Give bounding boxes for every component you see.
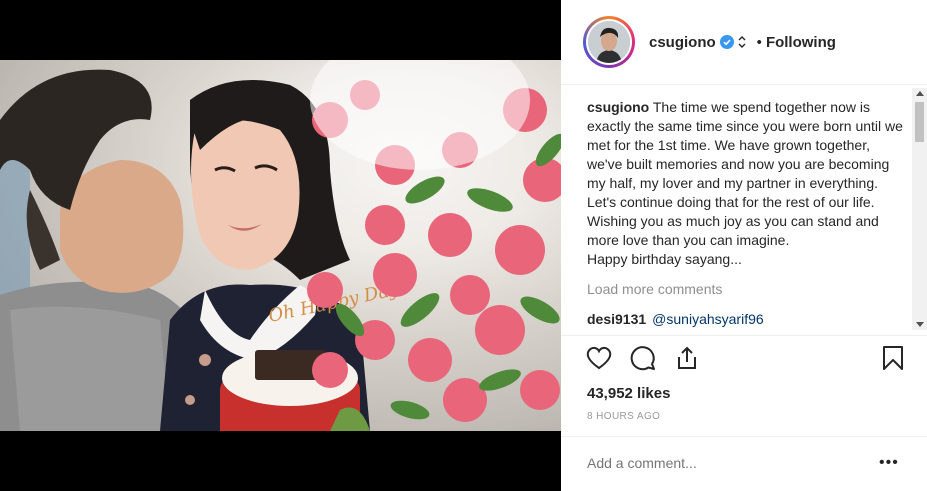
comments-area: csugiono The time we spend together now …	[587, 98, 909, 340]
header-separator: •	[756, 33, 762, 51]
caption-username[interactable]: csugiono	[587, 99, 649, 115]
share-icon[interactable]	[673, 344, 701, 372]
media-column: Oh Happy Day	[0, 0, 561, 491]
photo-illustration: Oh Happy Day	[0, 60, 561, 431]
heart-icon[interactable]	[585, 344, 613, 372]
avatar-image	[588, 21, 630, 63]
scroll-up-arrow-icon[interactable]	[916, 91, 924, 96]
actions-divider	[561, 335, 927, 336]
more-options-icon[interactable]: •••	[879, 454, 899, 472]
post-header: csugiono • Following	[561, 0, 927, 84]
chevron-updown-icon[interactable]	[737, 35, 747, 49]
following-button[interactable]: Following	[766, 34, 836, 51]
comment-row: desi9131 @suniyahsyarif96	[587, 311, 909, 327]
comment-mention[interactable]: @suniyahsyarif96	[652, 311, 764, 327]
avatar	[586, 19, 632, 65]
comments-scrollbar[interactable]	[912, 88, 927, 330]
scrollbar-thumb[interactable]	[915, 102, 924, 142]
comment-icon[interactable]	[629, 344, 657, 372]
action-bar	[585, 344, 907, 376]
post-sidebar: csugiono • Following csugiono The time w…	[561, 0, 927, 491]
scroll-down-arrow-icon[interactable]	[916, 322, 924, 327]
likes-count[interactable]: 43,952 likes	[587, 385, 670, 402]
caption-text: The time we spend together now is exactl…	[587, 99, 903, 267]
add-comment-input[interactable]	[587, 455, 847, 471]
comment-username[interactable]: desi9131	[587, 311, 646, 327]
story-ring[interactable]	[583, 16, 635, 68]
header-username[interactable]: csugiono	[649, 34, 716, 51]
post-photo[interactable]: Oh Happy Day	[0, 60, 561, 431]
header-divider	[561, 84, 927, 85]
post-timestamp[interactable]: 8 HOURS AGO	[587, 411, 660, 422]
caption: csugiono The time we spend together now …	[587, 98, 909, 269]
load-more-comments-link[interactable]: Load more comments	[587, 281, 909, 297]
bookmark-icon[interactable]	[879, 344, 907, 372]
verified-icon	[719, 35, 734, 49]
comment-divider	[561, 436, 927, 437]
